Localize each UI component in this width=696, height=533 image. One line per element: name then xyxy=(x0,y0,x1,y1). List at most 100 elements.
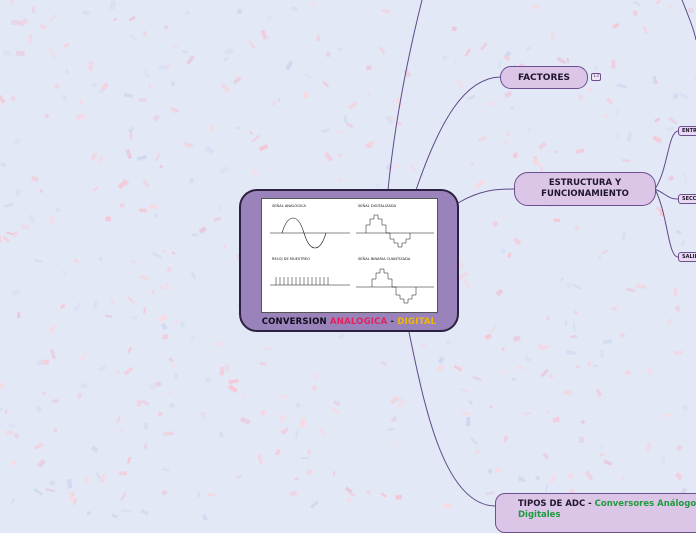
confetti-piece xyxy=(236,475,242,479)
confetti-piece xyxy=(152,290,155,294)
confetti-piece xyxy=(504,91,512,98)
confetti-piece xyxy=(0,383,4,390)
subnode-salida[interactable]: SALIDA xyxy=(678,252,696,262)
confetti-piece xyxy=(179,321,185,328)
confetti-piece xyxy=(337,153,342,158)
confetti-piece xyxy=(249,130,254,135)
confetti-piece xyxy=(0,162,6,167)
confetti-piece xyxy=(438,357,444,364)
confetti-piece xyxy=(395,442,400,447)
confetti-piece xyxy=(159,165,163,169)
confetti-piece xyxy=(500,248,506,254)
confetti-piece xyxy=(346,122,354,128)
confetti-piece xyxy=(366,65,371,70)
confetti-piece xyxy=(304,92,309,99)
confetti-piece xyxy=(88,62,93,71)
confetti-piece xyxy=(20,224,29,229)
confetti-piece xyxy=(410,164,416,172)
confetti-piece xyxy=(526,46,531,50)
confetti-piece xyxy=(17,312,21,318)
confetti-piece xyxy=(627,132,632,142)
confetti-piece xyxy=(375,183,380,188)
node-estructura-line1: ESTRUCTURA Y xyxy=(549,178,621,189)
confetti-piece xyxy=(593,65,599,71)
node-estructura[interactable]: ESTRUCTURA Y FUNCIONAMIENTO xyxy=(514,172,656,206)
confetti-piece xyxy=(557,57,567,65)
confetti-piece xyxy=(446,339,451,344)
confetti-piece xyxy=(290,6,298,12)
factores-count-badge[interactable]: 13 xyxy=(591,73,601,81)
confetti-piece xyxy=(606,97,614,105)
confetti-piece xyxy=(87,511,91,515)
confetti-piece xyxy=(129,16,136,22)
confetti-piece xyxy=(44,113,49,118)
confetti-piece xyxy=(162,249,166,253)
confetti-piece xyxy=(595,389,602,397)
confetti-piece xyxy=(149,84,152,88)
confetti-piece xyxy=(182,50,188,54)
confetti-piece xyxy=(160,285,165,291)
confetti-piece xyxy=(646,442,651,451)
confetti-piece xyxy=(119,203,124,208)
confetti-piece xyxy=(52,399,59,404)
confetti-piece xyxy=(573,284,582,290)
confetti-piece xyxy=(228,379,238,384)
node-tipos-adc[interactable]: TIPOS DE ADC - Conversores Análogos a Di… xyxy=(495,493,696,533)
confetti-piece xyxy=(550,474,556,483)
confetti-piece xyxy=(458,272,468,280)
confetti-piece xyxy=(228,384,238,393)
confetti-piece xyxy=(390,416,397,423)
confetti-piece xyxy=(538,141,547,149)
confetti-piece xyxy=(252,169,259,178)
subnode-entrada[interactable]: ENTRADA xyxy=(678,126,696,136)
confetti-piece xyxy=(127,457,131,464)
confetti-piece xyxy=(216,341,223,347)
confetti-piece xyxy=(602,114,608,118)
confetti-piece xyxy=(144,443,148,449)
confetti-piece xyxy=(507,252,512,257)
confetti-piece xyxy=(2,235,10,243)
confetti-piece xyxy=(189,178,195,184)
confetti-piece xyxy=(80,99,83,104)
confetti-piece xyxy=(548,374,553,379)
central-topic[interactable]: SEÑAL ANALÓGICA SEÑAL DIGITALIZADA RELOJ… xyxy=(239,189,459,332)
confetti-piece xyxy=(91,445,99,452)
node-factores[interactable]: FACTORES xyxy=(500,66,588,89)
confetti-piece xyxy=(614,133,619,138)
confetti-piece xyxy=(153,213,158,218)
confetti-piece xyxy=(152,252,162,259)
confetti-piece xyxy=(29,214,34,222)
confetti-piece xyxy=(73,302,81,312)
confetti-piece xyxy=(41,359,49,365)
confetti-piece xyxy=(579,437,584,443)
confetti-piece xyxy=(224,49,234,55)
confetti-piece xyxy=(168,357,174,363)
confetti-piece xyxy=(205,146,214,154)
confetti-piece xyxy=(124,367,133,376)
confetti-piece xyxy=(257,454,263,464)
confetti-piece xyxy=(320,428,326,436)
confetti-piece xyxy=(294,477,299,482)
confetti-piece xyxy=(526,128,531,133)
confetti-piece xyxy=(63,43,69,48)
confetti-piece xyxy=(95,472,101,479)
subnode-seccion[interactable]: SECCIÓN xyxy=(678,194,696,204)
clock-pulses xyxy=(270,277,350,285)
confetti-piece xyxy=(643,26,648,34)
confetti-piece xyxy=(93,301,97,309)
confetti-piece xyxy=(219,431,223,437)
confetti-piece xyxy=(518,365,525,370)
confetti-piece xyxy=(35,405,43,413)
confetti-piece xyxy=(8,424,15,428)
confetti-piece xyxy=(285,60,293,70)
confetti-piece xyxy=(513,336,521,342)
confetti-piece xyxy=(260,362,266,365)
confetti-piece xyxy=(345,487,353,494)
confetti-piece xyxy=(83,476,90,484)
confetti-piece xyxy=(646,367,653,374)
confetti-piece xyxy=(118,471,127,475)
confetti-piece xyxy=(60,303,66,309)
confetti-piece xyxy=(190,334,197,341)
confetti-piece xyxy=(348,101,358,109)
confetti-piece xyxy=(99,364,108,371)
